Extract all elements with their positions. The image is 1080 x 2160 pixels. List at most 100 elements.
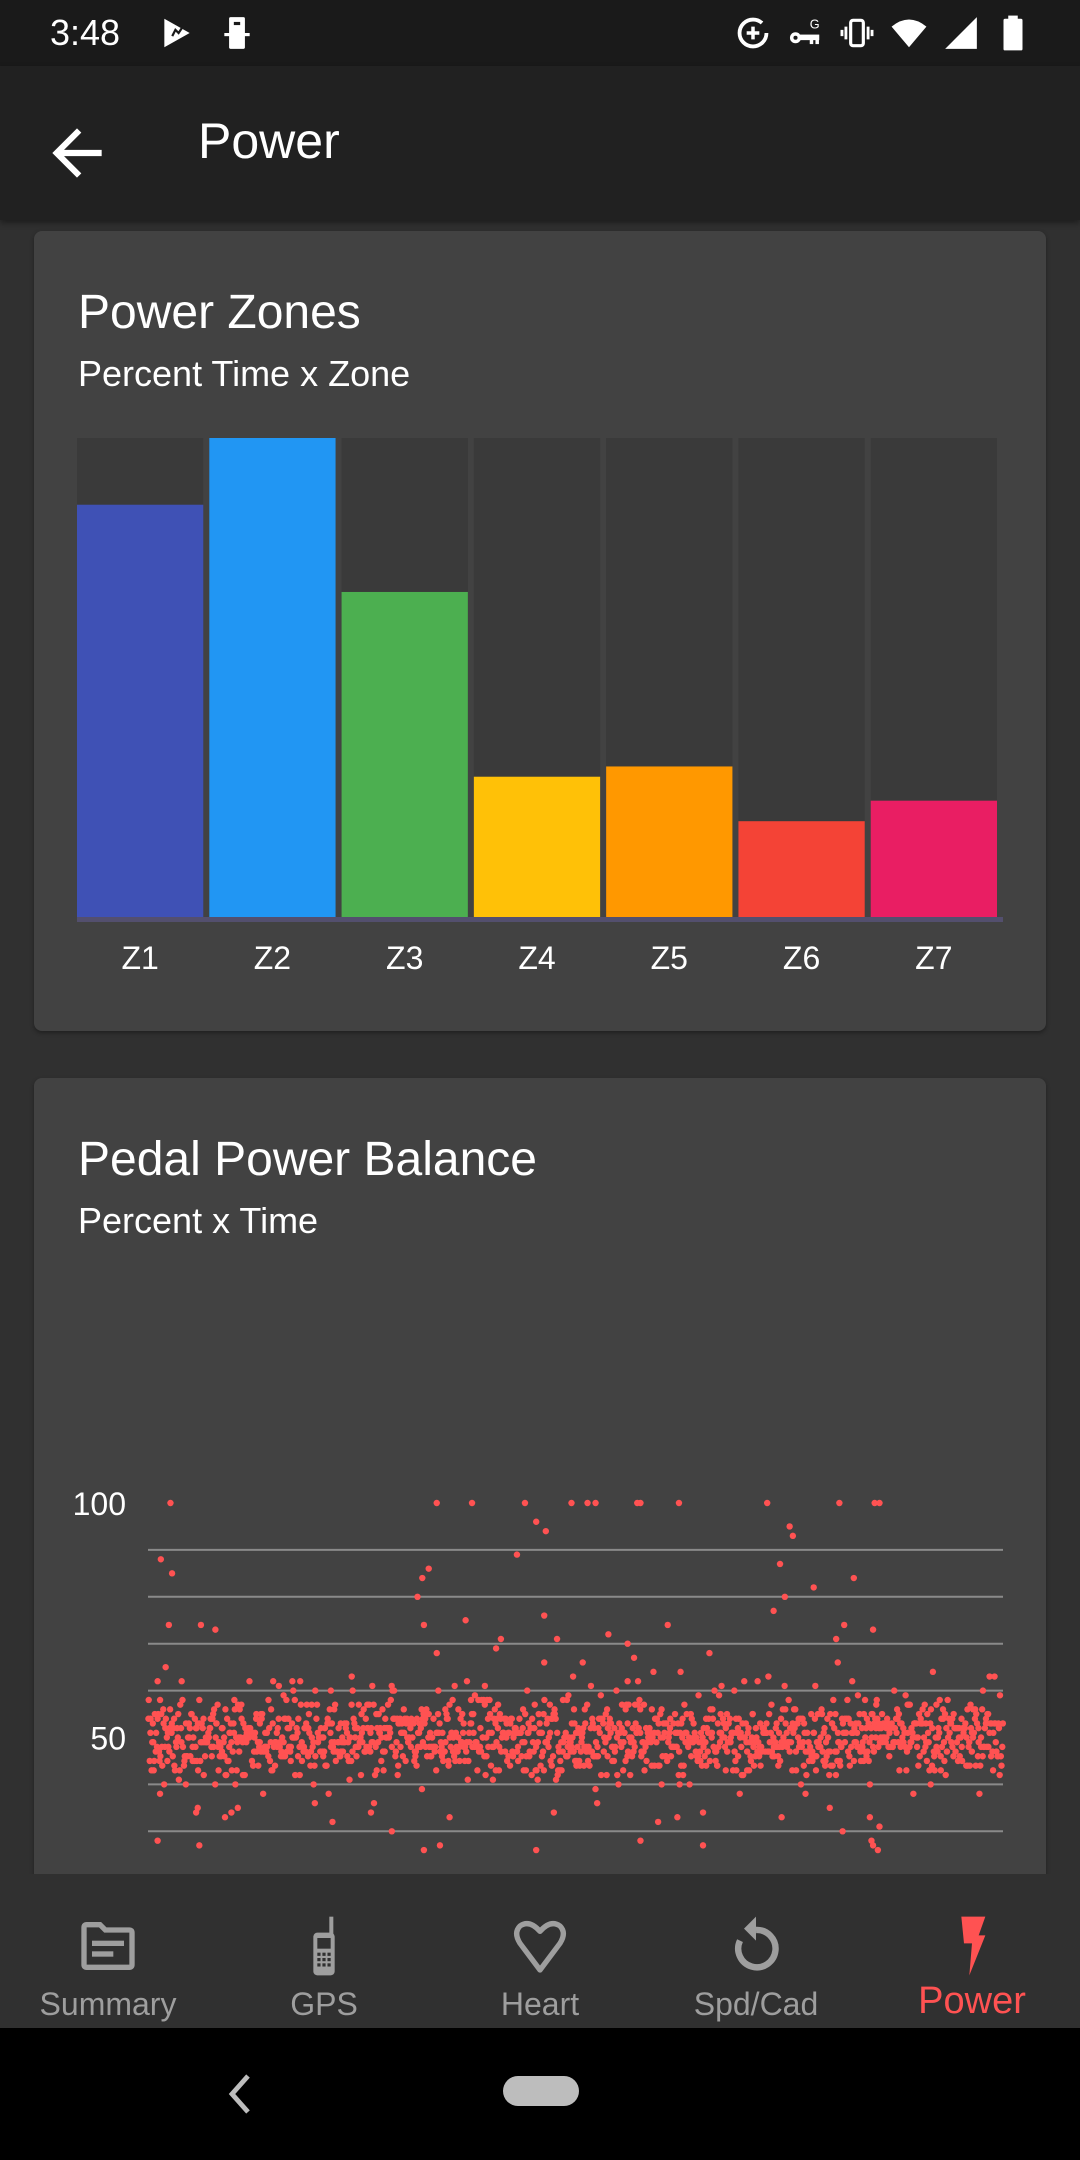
data-point-outlier bbox=[550, 1809, 558, 1816]
data-point bbox=[667, 1753, 675, 1760]
data-point bbox=[348, 1701, 355, 1708]
data-point bbox=[483, 1753, 490, 1760]
data-point bbox=[627, 1771, 634, 1779]
content-scroll-area[interactable]: Z1 Z2 Z3 Z4 Z5 Z6 Z7 Power Zones Percent Time … bbox=[0, 220, 1080, 1874]
data-point bbox=[846, 1753, 853, 1760]
data-point bbox=[313, 1701, 321, 1708]
data-point bbox=[522, 1710, 529, 1718]
data-point-outlier bbox=[568, 1499, 575, 1507]
data-point-outlier bbox=[832, 1635, 840, 1643]
data-point-outlier bbox=[579, 1659, 586, 1666]
play-store-icon bbox=[164, 18, 190, 48]
power-bolt-icon bbox=[961, 1916, 986, 1976]
data-point bbox=[297, 1701, 305, 1708]
data-point bbox=[711, 1687, 718, 1694]
data-point bbox=[354, 1724, 361, 1732]
system-back-icon[interactable] bbox=[226, 2072, 254, 2116]
data-point bbox=[474, 1767, 481, 1774]
data-point bbox=[903, 1767, 910, 1774]
data-point bbox=[929, 1724, 936, 1732]
data-point bbox=[723, 1748, 731, 1755]
data-point bbox=[430, 1715, 437, 1722]
data-point bbox=[413, 1762, 420, 1769]
data-point bbox=[228, 1738, 235, 1746]
nav-label-spd-cad: Spd/Cad bbox=[693, 1986, 819, 2022]
data-point bbox=[269, 1720, 276, 1727]
nav-item-spd-cad[interactable]: Spd/Cad bbox=[648, 1874, 864, 2028]
data-point bbox=[436, 1720, 443, 1727]
data-point bbox=[297, 1678, 304, 1685]
data-point bbox=[936, 1696, 943, 1704]
data-point bbox=[891, 1687, 898, 1694]
data-point bbox=[162, 1715, 170, 1722]
nav-item-power[interactable]: Power bbox=[864, 1874, 1080, 2028]
data-point bbox=[936, 1729, 943, 1737]
data-point bbox=[534, 1776, 541, 1783]
data-point bbox=[587, 1682, 595, 1690]
data-point bbox=[941, 1757, 948, 1765]
data-point bbox=[463, 1678, 471, 1685]
data-point bbox=[865, 1757, 872, 1765]
data-point bbox=[355, 1701, 362, 1708]
data-point bbox=[841, 1738, 849, 1746]
app-bar: Power bbox=[0, 66, 1080, 220]
data-point bbox=[844, 1696, 851, 1704]
data-point-outlier bbox=[850, 1574, 858, 1582]
system-home-pill[interactable] bbox=[503, 2076, 579, 2106]
data-point bbox=[230, 1720, 237, 1727]
pedal-power-balance-card: 0501000:0021:0542:111:03:17 Pedal Power … bbox=[34, 1078, 1046, 1874]
data-point bbox=[709, 1706, 716, 1713]
data-point bbox=[357, 1771, 365, 1779]
power-zones-subtitle: Percent Time x Zone bbox=[78, 353, 411, 394]
bar-z1[interactable] bbox=[77, 504, 204, 917]
data-point-outlier bbox=[348, 1673, 355, 1680]
data-point bbox=[996, 1692, 1004, 1699]
data-point bbox=[782, 1706, 789, 1713]
x-tick-label: Z7 bbox=[915, 940, 952, 976]
data-point bbox=[782, 1720, 789, 1727]
data-point bbox=[681, 1701, 688, 1708]
data-point-outlier bbox=[162, 1663, 169, 1671]
data-point bbox=[169, 1753, 176, 1760]
data-point bbox=[978, 1706, 986, 1713]
data-point bbox=[343, 1720, 350, 1727]
data-point bbox=[494, 1724, 502, 1732]
data-point bbox=[741, 1678, 748, 1685]
data-point-outlier bbox=[677, 1668, 684, 1676]
data-point bbox=[178, 1678, 185, 1685]
data-point-outlier bbox=[419, 1574, 426, 1582]
data-point bbox=[271, 1762, 279, 1769]
data-point bbox=[997, 1753, 1005, 1760]
nav-label-heart: Heart bbox=[500, 1986, 580, 2022]
x-axis-line bbox=[77, 917, 1003, 922]
data-point bbox=[733, 1767, 740, 1774]
data-point bbox=[946, 1729, 953, 1737]
data-point-outlier bbox=[675, 1499, 683, 1507]
data-point bbox=[603, 1706, 611, 1713]
data-point bbox=[201, 1753, 209, 1760]
bar-z5[interactable] bbox=[606, 766, 733, 917]
data-point bbox=[999, 1720, 1007, 1727]
device-icon bbox=[224, 17, 250, 49]
back-arrow-icon[interactable] bbox=[40, 116, 114, 190]
data-point-outlier bbox=[329, 1818, 336, 1826]
data-point-outlier bbox=[876, 1823, 883, 1830]
data-point bbox=[432, 1743, 439, 1751]
data-point-outlier bbox=[221, 1814, 229, 1821]
nav-item-gps[interactable]: GPS bbox=[216, 1874, 432, 2028]
data-saver-icon bbox=[737, 17, 769, 49]
y-tick-label: 50 bbox=[90, 1721, 126, 1757]
data-point bbox=[765, 1673, 772, 1680]
data-point bbox=[524, 1687, 531, 1694]
data-point bbox=[219, 1724, 226, 1732]
bar-z4[interactable] bbox=[473, 776, 601, 917]
bar-z6[interactable] bbox=[738, 821, 865, 917]
bar-z7[interactable] bbox=[870, 800, 997, 917]
bar-z2[interactable] bbox=[209, 438, 336, 917]
data-point bbox=[539, 1748, 547, 1755]
nav-item-heart[interactable]: Heart bbox=[432, 1874, 648, 2028]
data-point bbox=[516, 1715, 523, 1722]
bar-z3[interactable] bbox=[341, 591, 468, 917]
nav-item-summary[interactable]: Summary bbox=[0, 1874, 216, 2028]
data-point-outlier bbox=[157, 1556, 165, 1563]
